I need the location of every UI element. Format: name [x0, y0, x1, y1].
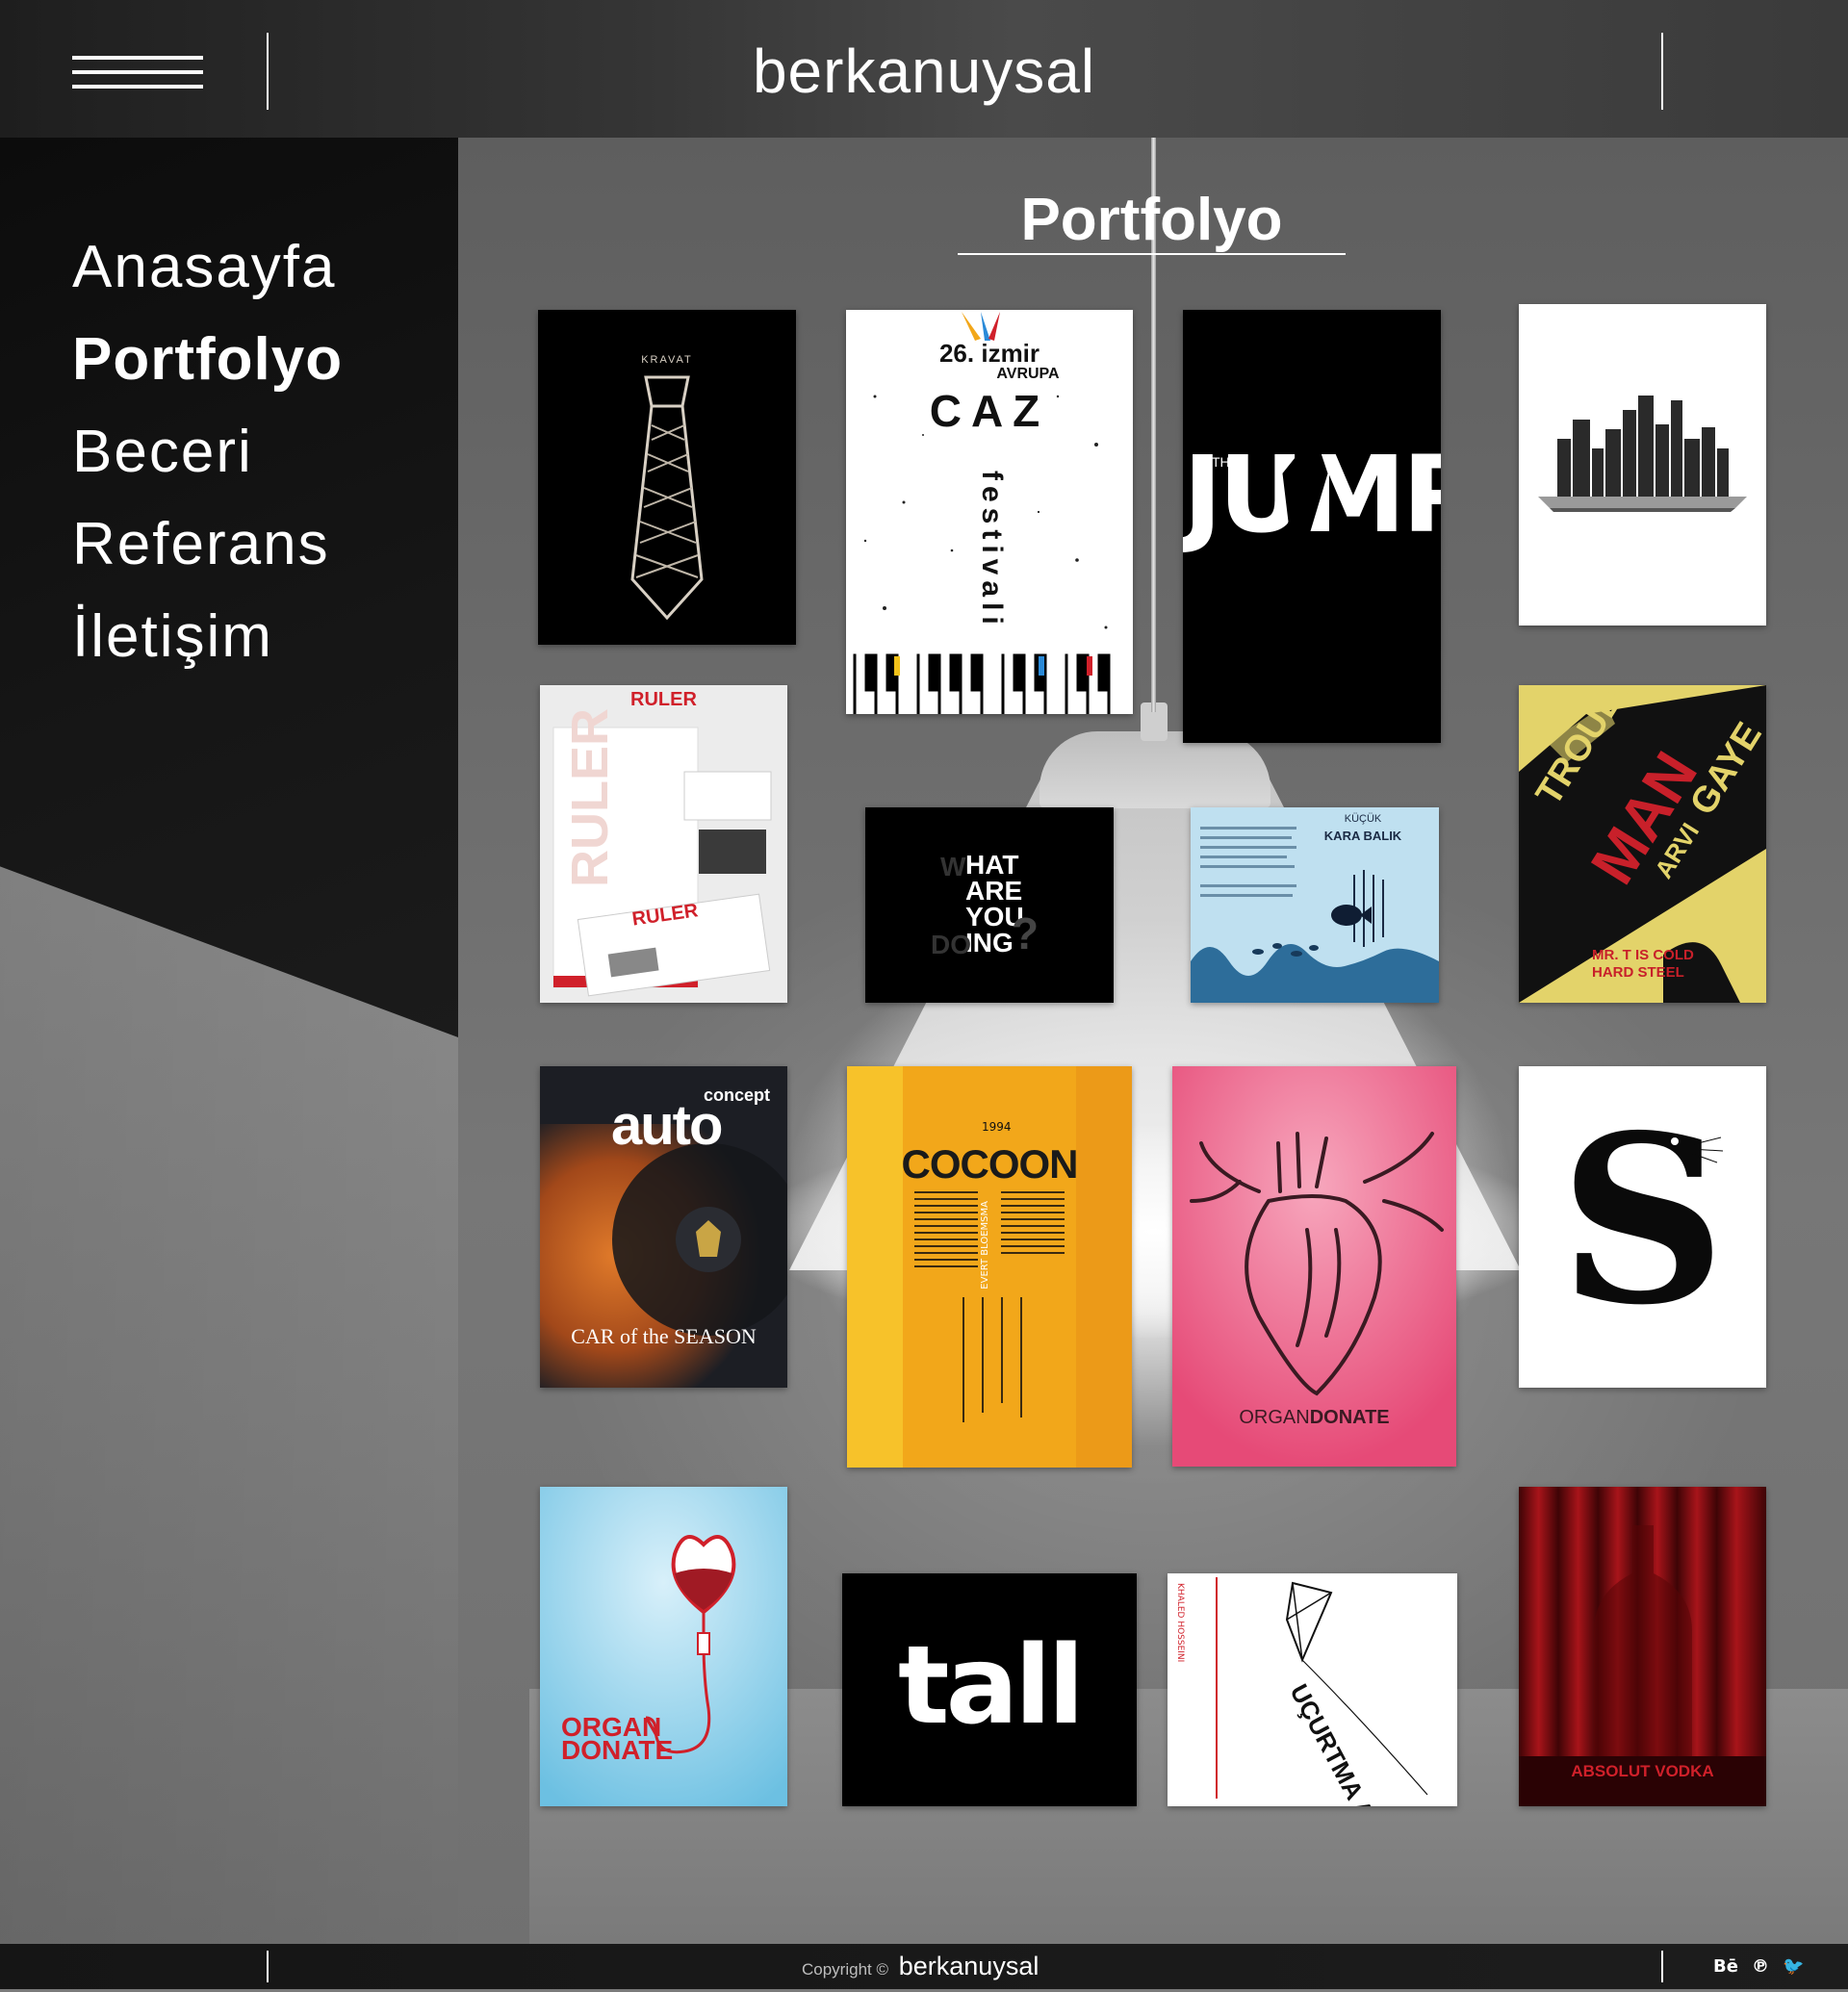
ruler-badge: L [647, 843, 660, 867]
site-logo[interactable]: berkanuysal [751, 33, 1097, 110]
nav-item-iletisim[interactable]: İletişim [72, 591, 343, 683]
header-divider-right [1661, 33, 1663, 110]
portfolio-item-caz-festivali[interactable]: 26. izmir AVRUPA CAZ festivali [846, 310, 1133, 714]
page-title: Portfolyo [1020, 187, 1283, 253]
trouble-tagline-1: MR. T IS COLD [1592, 947, 1694, 963]
portfolio-item-ruler[interactable]: RULER RULER RULER L [540, 685, 787, 1003]
copyright: Copyright © berkanuysal [802, 1944, 1039, 1989]
city-tablet-illustration [1538, 396, 1747, 512]
portfolio-item-organ-donate-blood[interactable]: ORGAN DONATE [540, 1487, 787, 1806]
organ-blood-word-2: DONATE [561, 1735, 674, 1765]
portfolio-item-cocoon[interactable]: 1994 COCOON EVERT BLOEMSMA [847, 1066, 1132, 1468]
tall-word: tall [898, 1623, 1085, 1749]
ucurtma-spine-author: KHALED HOSSEINI [1175, 1583, 1185, 1663]
caz-title: CAZ [929, 386, 1050, 436]
portfolio-item-otter-s[interactable]: S [1519, 1066, 1766, 1388]
wayd-w: W [940, 852, 966, 881]
wayd-line-1: HAT [965, 850, 1019, 880]
footer-divider-right [1661, 1951, 1663, 1982]
nav-item-beceri[interactable]: Beceri [72, 406, 343, 498]
wayd-question: ? [1012, 908, 1040, 958]
caz-region: AVRUPA [996, 366, 1060, 382]
portfolio-item-concept-auto[interactable]: concept auto CAR of the SEASON [540, 1066, 787, 1388]
lamp-cap [1040, 731, 1270, 808]
wayd-do: DO [931, 930, 971, 959]
menu-hamburger-icon[interactable] [72, 56, 203, 89]
trouble-tagline-2: HARD STEEL [1592, 964, 1684, 981]
vodka-label: ABSOLUT VODKA [1571, 1762, 1714, 1780]
portfolio-item-absolut-vodka[interactable]: ABSOLUT VODKA [1519, 1487, 1766, 1806]
portfolio-item-ucurtma-avcisi[interactable]: KHALED HOSSEINI UÇURTMA AVCISI [1168, 1573, 1457, 1806]
karabalik-line-1: KÜÇÜK [1344, 813, 1382, 825]
footer-divider-left [267, 1951, 269, 1982]
otter-whiskers [1671, 1136, 1724, 1163]
organ-heart-word-2: DONATE [1309, 1407, 1390, 1428]
nav-item-anasayfa[interactable]: Anasayfa [72, 221, 343, 314]
karabalik-line-2: KARA BALIK [1323, 829, 1402, 843]
auto-title: auto [611, 1094, 723, 1157]
header: berkanuysal [0, 0, 1848, 138]
wayd-line-2: ARE [965, 876, 1023, 906]
caz-subtitle: festivali [976, 471, 1008, 630]
main-nav: Anasayfa Portfolyo Beceri Referans İleti… [72, 221, 343, 683]
portfolio-item-the-jump[interactable]: JUMP THE [1183, 310, 1441, 743]
behance-icon[interactable]: Bē [1713, 1956, 1738, 1977]
portfolio-item-city-tablet[interactable] [1519, 304, 1766, 626]
portfolio-item-trouble-man[interactable]: TROUBLE MAN GAYE ARVI MR. T IS COLD HARD… [1519, 685, 1766, 1003]
kravat-label: KRAVAT [641, 354, 693, 366]
header-divider-left [267, 33, 269, 110]
cocoon-vertical-author: EVERT BLOEMSMA [980, 1201, 990, 1290]
portfolio-item-kucuk-kara-balik[interactable]: KÜÇÜK KARA BALIK [1191, 807, 1439, 1003]
title-underline [958, 253, 1346, 255]
footer: Copyright © berkanuysal Bē ℗ 🐦 [0, 1944, 1848, 1989]
caz-number: 26. [938, 339, 975, 368]
nav-item-portfolyo[interactable]: Portfolyo [72, 314, 343, 406]
twitter-icon[interactable]: 🐦 [1783, 1956, 1804, 1977]
social-links: Bē ℗ 🐦 [1713, 1944, 1804, 1989]
copyright-text: Copyright © [802, 1960, 889, 1979]
portfolio-item-organ-donate-heart[interactable]: ORGANDONATE [1172, 1066, 1456, 1467]
caz-city: izmir [981, 339, 1040, 368]
portfolio-item-kravat[interactable]: KRAVAT [538, 310, 796, 645]
auto-subtitle: CAR of the SEASON [571, 1324, 757, 1348]
organ-heart-word-1: ORGAN [1239, 1407, 1310, 1428]
svg-text:RULER: RULER [561, 708, 619, 887]
portfolio-item-tall[interactable]: tall [842, 1573, 1137, 1806]
footer-logo[interactable]: berkanuysal [899, 1952, 1040, 1980]
pinterest-icon[interactable]: ℗ [1752, 1956, 1769, 1977]
curtain-bottle-illustration [1519, 1487, 1766, 1806]
jumping-figure-silhouette [1267, 444, 1328, 600]
portfolio-item-what-are-you-doing[interactable]: HAT ARE YOU ING W DO ? [865, 807, 1114, 1003]
nav-item-referans[interactable]: Referans [72, 498, 343, 591]
